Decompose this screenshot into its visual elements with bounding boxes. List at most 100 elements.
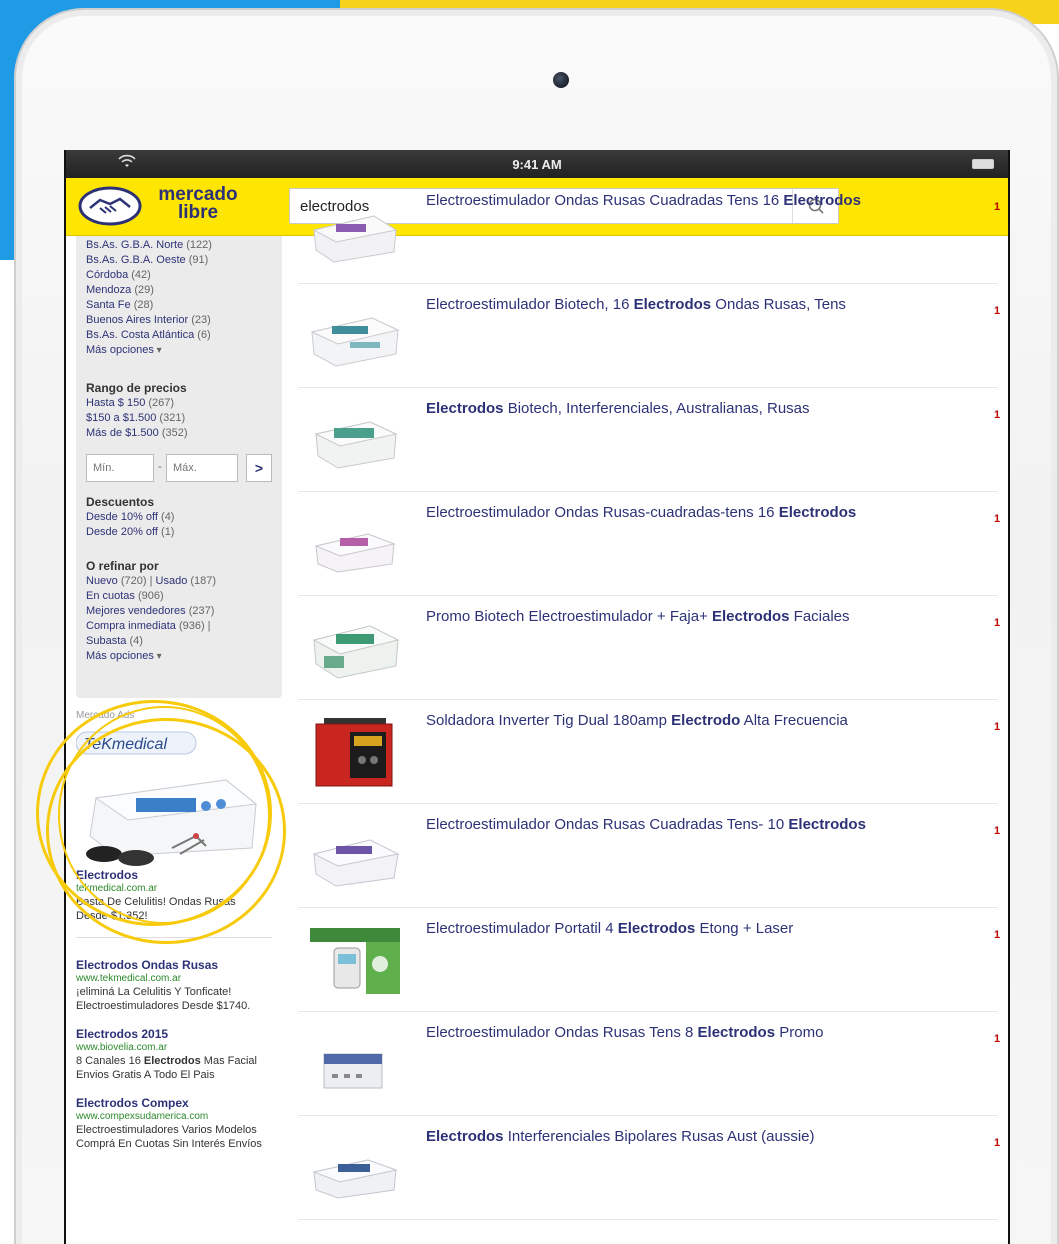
- title-bold: Electrodo: [671, 712, 741, 729]
- result-item[interactable]: Electrodos Interferenciales Bipolares Ru…: [298, 1116, 1000, 1220]
- result-item[interactable]: Soldadora Inverter Tig Dual 180amp Elect…: [298, 700, 1001, 804]
- title-bold: Electrodos: [697, 1024, 776, 1041]
- filter-location-item[interactable]: Córdoba (42): [86, 268, 212, 283]
- filter-location-item[interactable]: Santa Fe (28): [86, 298, 212, 313]
- product-thumbnail[interactable]: [310, 924, 400, 996]
- filter-new-link[interactable]: Nuevo: [86, 575, 118, 587]
- result-item[interactable]: Electroestimulador Ondas Rusas Cuadradas…: [298, 180, 1000, 284]
- filter-link[interactable]: Compra inmediata: [86, 620, 176, 632]
- filter-count: (6): [197, 329, 211, 341]
- more-options-label[interactable]: Más opciones: [86, 650, 162, 662]
- filter-link[interactable]: Santa Fe: [86, 299, 131, 311]
- result-title[interactable]: Electroestimulador Ondas Rusas Cuadradas…: [426, 192, 986, 210]
- filter-installments-item[interactable]: En cuotas (906): [86, 589, 216, 604]
- filter-link[interactable]: Mendoza: [86, 284, 131, 296]
- filter-count: (352): [161, 427, 188, 439]
- filter-count: (42): [131, 269, 151, 281]
- product-thumbnail[interactable]: [310, 612, 400, 684]
- filter-link[interactable]: Bs.As. G.B.A. Oeste: [86, 254, 186, 266]
- price-go-button[interactable]: >: [246, 454, 272, 482]
- min-price-input[interactable]: [86, 454, 154, 482]
- result-title[interactable]: Electroestimulador Ondas Rusas Tens 8 El…: [426, 1024, 986, 1042]
- filter-link[interactable]: Desde 10% off: [86, 511, 158, 523]
- ad-item[interactable]: Electrodos Compex www.compexsudamerica.c…: [76, 1096, 266, 1151]
- filter-location-item[interactable]: Mendoza (29): [86, 283, 212, 298]
- ad-item[interactable]: Electrodos Ondas Rusas www.tekmedical.co…: [76, 958, 266, 1013]
- more-options-label[interactable]: Más opciones: [86, 344, 162, 356]
- filter-link[interactable]: Más de $1.500: [86, 427, 159, 439]
- price-filter: Rango de precios Hasta $ 150 (267) $150 …: [86, 380, 188, 441]
- discount-filter: Descuentos Desde 10% off (4) Desde 20% o…: [86, 494, 174, 540]
- result-item[interactable]: Electroestimulador Ondas Rusas Cuadradas…: [298, 804, 1001, 908]
- ad-title[interactable]: Electrodos 2015: [76, 1027, 266, 1042]
- title-post: Interferenciales Bipolares Rusas Aust (a…: [503, 1128, 815, 1145]
- ad-title[interactable]: Electrodos Ondas Rusas: [76, 958, 266, 973]
- title-pre: Electroestimulador Portatil 4: [426, 920, 618, 937]
- product-thumbnail[interactable]: [310, 508, 400, 580]
- filter-link[interactable]: $150 a $1.500: [86, 412, 156, 424]
- filter-location-item[interactable]: Bs.As. Costa Atlántica (6): [86, 328, 212, 343]
- product-thumbnail[interactable]: [310, 716, 400, 788]
- more-options-link[interactable]: Más opciones: [86, 343, 212, 358]
- filter-price-item[interactable]: $150 a $1.500 (321): [86, 411, 188, 426]
- result-title[interactable]: Soldadora Inverter Tig Dual 180amp Elect…: [426, 712, 986, 730]
- filter-auction-item[interactable]: Subasta (4): [86, 634, 216, 649]
- battery-icon: [972, 159, 994, 169]
- filter-buy-now-item[interactable]: Compra inmediata (936) |: [86, 619, 216, 634]
- product-thumbnail[interactable]: [310, 1028, 400, 1100]
- result-item[interactable]: Electroestimulador Ondas Rusas-cuadradas…: [298, 492, 1000, 596]
- result-title[interactable]: Promo Biotech Electroestimulador + Faja+…: [426, 608, 986, 626]
- discounts-title: Descuentos: [86, 495, 155, 509]
- filter-link[interactable]: Bs.As. G.B.A. Norte: [86, 239, 183, 251]
- filter-best-sellers-item[interactable]: Mejores vendedores (237): [86, 604, 216, 619]
- filter-link[interactable]: En cuotas: [86, 590, 135, 602]
- filter-link[interactable]: Córdoba: [86, 269, 128, 281]
- ad-description: 8 Canales 16 Electrodos Mas Facial Envio…: [76, 1054, 266, 1082]
- title-bold: Electrodos: [633, 296, 712, 313]
- filter-discount-item[interactable]: Desde 20% off (1): [86, 525, 174, 540]
- filter-location-item[interactable]: Bs.As. G.B.A. Norte (122): [86, 238, 212, 253]
- filter-link[interactable]: Buenos Aires Interior: [86, 314, 188, 326]
- filter-price-item[interactable]: Más de $1.500 (352): [86, 426, 188, 441]
- filter-used-link[interactable]: Usado: [156, 575, 188, 587]
- result-title[interactable]: Electroestimulador Portatil 4 Electrodos…: [426, 920, 986, 938]
- filter-link[interactable]: Mejores vendedores: [86, 605, 186, 617]
- ad-title[interactable]: Electrodos Compex: [76, 1096, 266, 1111]
- filter-location-item[interactable]: Buenos Aires Interior (23): [86, 313, 212, 328]
- result-item[interactable]: Electroestimulador Portatil 4 Electrodos…: [298, 908, 1000, 1012]
- price-fragment: 1: [994, 825, 1001, 837]
- camera-icon: [553, 72, 569, 88]
- logo-line-2: libre: [177, 202, 219, 223]
- result-title[interactable]: Electrodos Interferenciales Bipolares Ru…: [426, 1128, 986, 1146]
- title-pre: Electroestimulador Ondas Rusas Tens 8: [426, 1024, 698, 1041]
- ad-item[interactable]: Electrodos 2015 www.biovelia.com.ar 8 Ca…: [76, 1027, 266, 1082]
- filter-link[interactable]: Subasta: [86, 635, 126, 647]
- refine-title: O refinar por: [86, 559, 159, 573]
- result-item[interactable]: Promo Biotech Electroestimulador + Faja+…: [298, 596, 1000, 700]
- result-item[interactable]: Electrodos Biotech, Interferenciales, Au…: [298, 388, 1000, 492]
- result-title[interactable]: Electroestimulador Biotech, 16 Electrodo…: [426, 296, 986, 314]
- filter-link[interactable]: Bs.As. Costa Atlántica: [86, 329, 194, 341]
- ad-description: ¡eliminá La Celulitis Y Tonficate! Elect…: [76, 986, 251, 1012]
- product-thumbnail[interactable]: [310, 1132, 400, 1204]
- price-fragment: 1: [994, 721, 1001, 733]
- more-options-link[interactable]: Más opciones: [86, 649, 216, 664]
- filter-price-item[interactable]: Hasta $ 150 (267): [86, 396, 188, 411]
- result-title[interactable]: Electrodos Biotech, Interferenciales, Au…: [426, 400, 986, 418]
- mercadolibre-logo[interactable]: mercado libre: [78, 184, 248, 230]
- filter-count: (91): [188, 254, 209, 266]
- product-thumbnail[interactable]: [310, 196, 400, 268]
- filter-location-item[interactable]: Bs.As. G.B.A. Oeste (91): [86, 253, 212, 268]
- result-title[interactable]: Electroestimulador Ondas Rusas Cuadradas…: [426, 816, 986, 834]
- result-item[interactable]: Electroestimulador Biotech, 16 Electrodo…: [298, 284, 1000, 388]
- product-thumbnail[interactable]: [310, 300, 400, 372]
- product-thumbnail[interactable]: [310, 820, 400, 892]
- filter-discount-item[interactable]: Desde 10% off (4): [86, 510, 174, 525]
- filter-link[interactable]: Desde 20% off: [86, 526, 158, 538]
- ad-url: www.biovelia.com.ar: [76, 1042, 168, 1053]
- result-item[interactable]: Electroestimulador Ondas Rusas Tens 8 El…: [298, 1012, 1000, 1116]
- product-thumbnail[interactable]: [310, 404, 400, 476]
- filter-link[interactable]: Hasta $ 150: [86, 397, 145, 409]
- result-title[interactable]: Electroestimulador Ondas Rusas-cuadradas…: [426, 504, 986, 522]
- max-price-input[interactable]: [166, 454, 238, 482]
